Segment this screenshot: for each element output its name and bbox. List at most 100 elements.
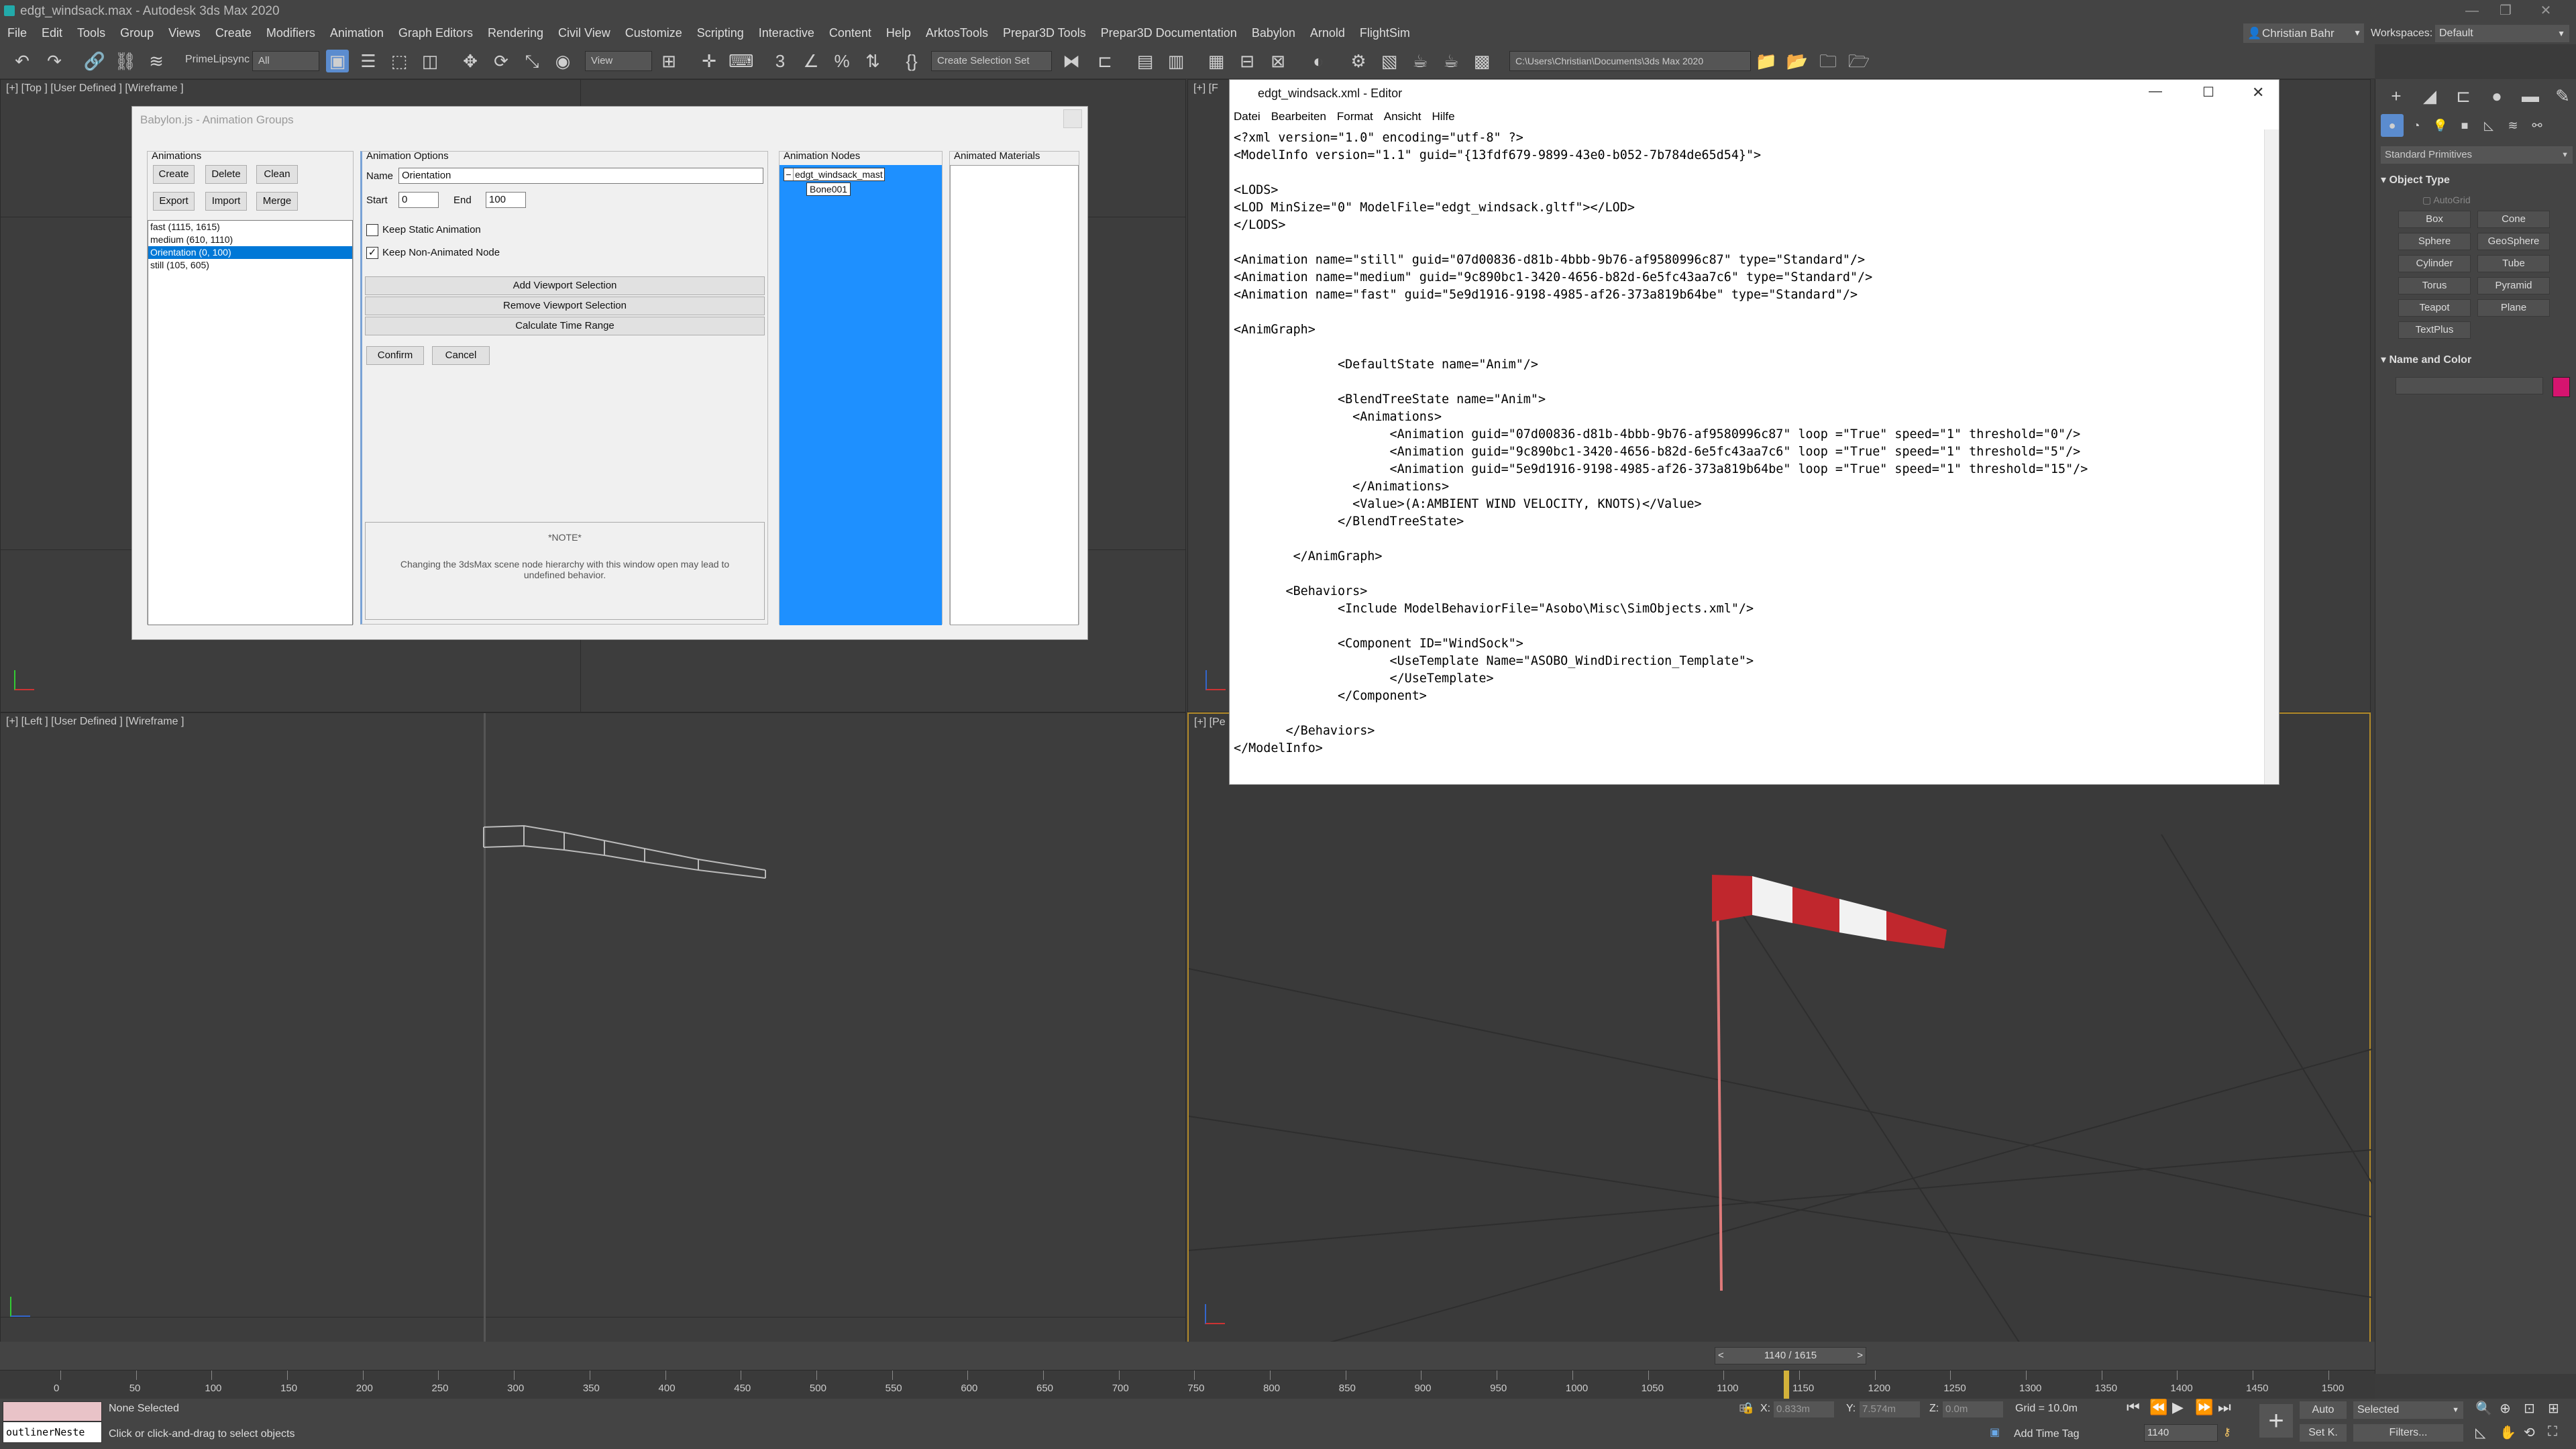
ribbon-icon[interactable]: ▦ (1205, 50, 1228, 72)
unlink-icon[interactable]: ⛓ (114, 50, 137, 72)
selected-dropdown[interactable]: Selected ▼ (2353, 1401, 2463, 1419)
key-filters-button[interactable]: Filters... (2353, 1424, 2463, 1442)
bind-spacewarp-icon[interactable]: ≋ (145, 50, 168, 72)
viewport-label-top[interactable]: [+] [Top ] [User Defined ] [Wireframe ] (6, 83, 184, 95)
hierarchy-tab-icon[interactable]: ⊏ (2452, 85, 2475, 107)
spacewarps-icon[interactable]: ≋ (2502, 114, 2524, 137)
primitive-button-plane[interactable]: Plane (2477, 299, 2550, 317)
primitive-button-sphere[interactable]: Sphere (2398, 233, 2471, 250)
auto-key-button[interactable]: Auto (2300, 1401, 2347, 1419)
scene-explorer-icon[interactable]: ▤ (1134, 50, 1157, 72)
animation-list-item[interactable]: fast (1115, 1615) (148, 221, 352, 233)
animations-list[interactable]: fast (1115, 1615) medium (610, 1110) Orien… (148, 220, 353, 625)
z-coordinate[interactable]: 0.0m (1943, 1401, 2003, 1417)
menu-item[interactable]: Prepar3D Tools (996, 22, 1093, 44)
editor-menu-item[interactable]: Ansicht (1384, 110, 1421, 123)
render-online-icon[interactable]: ▩ (1470, 50, 1493, 72)
zoom-icon[interactable]: 🔍 (2475, 1400, 2492, 1417)
percent-snap-icon[interactable]: % (830, 50, 853, 72)
time-tag-icon[interactable]: ▣ (1990, 1426, 2000, 1439)
menu-item[interactable]: ArktosTools (918, 22, 996, 44)
close-icon[interactable]: ✕ (2252, 84, 2264, 101)
layer-explorer-icon[interactable]: ▥ (1165, 50, 1187, 72)
link-icon[interactable]: 🔗 (83, 50, 106, 72)
menu-item[interactable]: File (0, 22, 34, 44)
keep-static-checkbox[interactable] (366, 224, 378, 236)
field-of-view-icon[interactable]: ◺ (2475, 1424, 2485, 1441)
current-frame-input[interactable]: 1140 (2144, 1424, 2218, 1442)
scale-icon[interactable]: ⤡ (521, 50, 543, 72)
category-dropdown[interactable]: Standard Primitives ▼ (2381, 146, 2573, 164)
collapse-icon[interactable]: − (784, 168, 794, 180)
edit-named-sets-icon[interactable]: {} (900, 50, 923, 72)
animation-list-item[interactable]: still (105, 605) (148, 259, 352, 272)
menu-item[interactable]: Civil View (551, 22, 618, 44)
key-mode-icon[interactable]: ⚷ (2223, 1426, 2231, 1439)
editor-menu-item[interactable]: Hilfe (1432, 110, 1455, 123)
animation-list-item[interactable]: medium (610, 1110) (148, 233, 352, 246)
menu-item[interactable]: Arnold (1303, 22, 1352, 44)
lights-icon[interactable]: 💡 (2429, 114, 2452, 137)
menu-item[interactable]: Help (879, 22, 918, 44)
project-folder-icon[interactable]: 📁 (1755, 50, 1778, 72)
animation-nodes-tree[interactable]: − edgt_windsack_mast Bone001 (780, 165, 942, 625)
name-color-rollout[interactable]: ▾ Name and Color (2381, 353, 2471, 366)
create-tab-icon[interactable]: + (2385, 85, 2408, 107)
menu-item[interactable]: Modifiers (259, 22, 323, 44)
maxscript-mini-listener[interactable]: outlinerNeste (3, 1421, 102, 1443)
calculate-time-range-button[interactable]: Calculate Time Range (365, 317, 765, 335)
remove-viewport-selection-button[interactable]: Remove Viewport Selection (365, 297, 765, 315)
primitive-button-torus[interactable]: Torus (2398, 277, 2471, 294)
minimize-icon[interactable]: — (2149, 84, 2162, 99)
close-button[interactable] (1063, 109, 1082, 128)
schematic-view-icon[interactable]: ⊠ (1267, 50, 1289, 72)
keep-non-animated-checkbox[interactable]: ✓ (366, 247, 378, 259)
systems-icon[interactable]: ⚯ (2526, 114, 2548, 137)
menu-item[interactable]: Interactive (751, 22, 822, 44)
zoom-all-icon[interactable]: ⊕ (2500, 1400, 2511, 1417)
menu-item[interactable]: Edit (34, 22, 70, 44)
viewport-label-front[interactable]: [+] [F (1193, 83, 1218, 95)
rotate-icon[interactable]: ⟳ (490, 50, 513, 72)
x-coordinate[interactable]: 0.833m (1774, 1401, 1834, 1417)
primitive-button-box[interactable]: Box (2398, 211, 2471, 228)
rect-selection-icon[interactable]: ⬚ (388, 50, 411, 72)
menu-item[interactable]: FlightSim (1352, 22, 1417, 44)
menu-item[interactable]: Content (822, 22, 879, 44)
play-icon[interactable]: ▶ (2172, 1399, 2184, 1416)
utilities-tab-icon[interactable]: ✎ (2551, 85, 2574, 107)
display-tab-icon[interactable]: ▬ (2519, 85, 2542, 107)
undo-icon[interactable]: ↶ (11, 50, 34, 72)
orbit-icon[interactable]: ⟲ (2524, 1424, 2535, 1441)
pivot-icon[interactable]: ⊞ (657, 50, 680, 72)
angle-snap-icon[interactable]: ∠ (800, 50, 822, 72)
prev-key-icon[interactable]: ⏪ (2149, 1399, 2167, 1416)
geometry-icon[interactable]: ● (2381, 114, 2404, 137)
project-folder4-icon[interactable]: 🗁 (1847, 50, 1870, 72)
menu-item[interactable]: Prepar3D Documentation (1093, 22, 1244, 44)
viewport-left[interactable]: [+] [Left ] [User Defined ] [Wireframe ] (0, 712, 1186, 1343)
tree-node-root[interactable]: − edgt_windsack_mast (784, 168, 885, 181)
animation-list-item[interactable]: Orientation (0, 100) (148, 246, 352, 259)
move-icon[interactable]: ✥ (459, 50, 482, 72)
select-object-icon[interactable]: ▣ (326, 50, 349, 72)
snaps-toggle-icon[interactable]: 3 (769, 50, 792, 72)
next-frame-icon[interactable]: > (1857, 1348, 1863, 1364)
render-icon[interactable]: ☕ (1409, 50, 1432, 72)
maximize-icon[interactable]: ☐ (2202, 84, 2214, 101)
selection-filter-dropdown[interactable]: All (252, 51, 319, 71)
shapes-icon[interactable]: ◔ (2405, 114, 2428, 137)
render-iterative-icon[interactable]: ☕ (1440, 50, 1462, 72)
close-icon[interactable]: ✕ (2522, 0, 2569, 22)
confirm-button[interactable]: Confirm (366, 346, 424, 365)
maximize-viewport-icon[interactable]: ⛶ (2548, 1424, 2557, 1440)
editor-menu-item[interactable]: Datei (1234, 110, 1260, 123)
editor-menu-item[interactable]: Format (1337, 110, 1373, 123)
set-key-big-icon[interactable]: + (2259, 1404, 2293, 1438)
select-manipulate-icon[interactable]: ✛ (698, 50, 720, 72)
y-coordinate[interactable]: 7.574m (1860, 1401, 1920, 1417)
import-button[interactable]: Import (205, 192, 247, 211)
menu-item[interactable]: Scripting (690, 22, 751, 44)
project-folder3-icon[interactable]: 🗀 (1817, 50, 1839, 72)
render-setup-icon[interactable]: ⚙ (1347, 50, 1370, 72)
